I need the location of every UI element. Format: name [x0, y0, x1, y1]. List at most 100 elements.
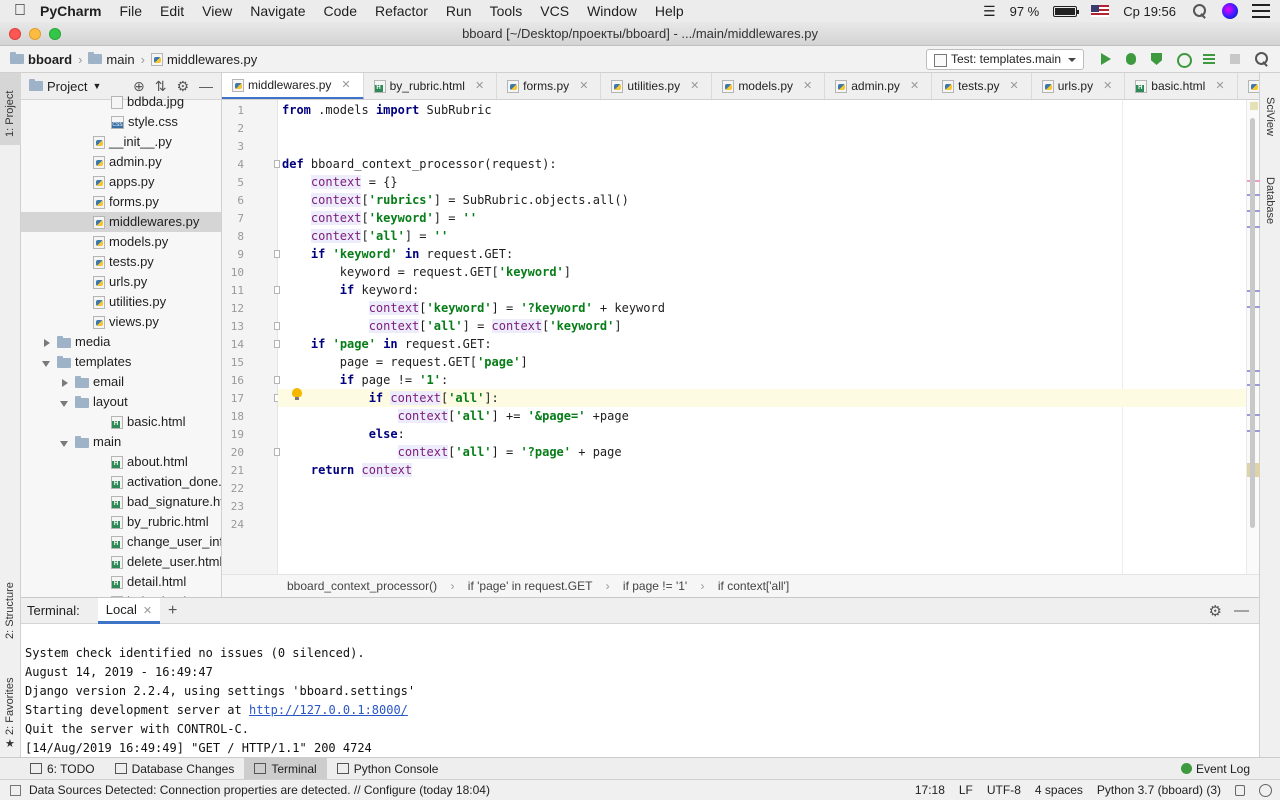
code-line[interactable]: if keyword: — [282, 281, 419, 299]
tree-item[interactable]: tests.py — [21, 252, 221, 272]
code-line[interactable]: context['all'] += '&page=' +page — [282, 407, 629, 425]
editor-tab[interactable]: utilities.py ✕ — [601, 73, 713, 99]
tree-item[interactable]: detail.html — [21, 572, 221, 592]
code-line[interactable]: context = {} — [282, 173, 398, 191]
tool-tab-database[interactable]: Database — [1260, 165, 1280, 235]
menu-vcs[interactable]: VCS — [540, 3, 569, 19]
menu-navigate[interactable]: Navigate — [250, 3, 305, 19]
menu-tools[interactable]: Tools — [490, 3, 523, 19]
window-close-button[interactable] — [9, 28, 21, 40]
code-line[interactable]: keyword = request.GET['keyword'] — [282, 263, 571, 281]
profile-icon[interactable] — [1174, 50, 1192, 68]
gear-icon[interactable]: ⚙ — [1209, 602, 1222, 620]
chevron-right-icon[interactable] — [59, 378, 69, 388]
battery-icon[interactable] — [1053, 5, 1080, 17]
python-interpreter[interactable]: Python 3.7 (bboard) (3) — [1097, 783, 1221, 797]
editor-tab[interactable]: middlewares.py ✕ — [222, 73, 364, 99]
tree-item[interactable]: change_user_info.html — [21, 532, 221, 552]
tree-item[interactable]: bdbda.jpg — [21, 92, 221, 112]
lock-icon[interactable] — [1235, 784, 1245, 796]
tree-item[interactable]: apps.py — [21, 172, 221, 192]
hide-panel-icon[interactable]: — — [1234, 602, 1249, 620]
tool-tab-structure[interactable]: 2: Structure — [0, 563, 21, 643]
window-zoom-button[interactable] — [49, 28, 61, 40]
code-fold-icon[interactable] — [274, 322, 280, 330]
close-tab-icon[interactable]: ✕ — [1010, 73, 1019, 99]
code-line[interactable]: context['keyword'] = '' — [282, 209, 477, 227]
terminal-tab-local[interactable]: Local ✕ — [97, 597, 161, 624]
code-crumb[interactable]: if 'page' in request.GET — [468, 579, 592, 593]
menu-window[interactable]: Window — [587, 3, 637, 19]
concurrency-diagram-icon[interactable] — [1200, 50, 1218, 68]
inspection-status-icon[interactable] — [1250, 102, 1258, 110]
menu-run[interactable]: Run — [446, 3, 472, 19]
code-fold-icon[interactable] — [274, 160, 280, 168]
close-icon[interactable]: ✕ — [143, 605, 152, 617]
code-line[interactable]: context['all'] = '' — [282, 227, 448, 245]
menu-refactor[interactable]: Refactor — [375, 3, 428, 19]
menu-edit[interactable]: Edit — [160, 3, 184, 19]
menu-file[interactable]: File — [119, 3, 142, 19]
code-crumb[interactable]: bboard_context_processor() — [287, 579, 437, 593]
tree-item[interactable]: style.css — [21, 112, 221, 132]
input-source-flag-icon[interactable] — [1091, 5, 1110, 17]
code-line[interactable]: context['all'] = context['keyword'] — [282, 317, 622, 335]
editor-tab[interactable]: tests.py ✕ — [932, 73, 1032, 99]
close-tab-icon[interactable]: ✕ — [1215, 73, 1224, 99]
code-area[interactable]: from .models import SubRubric def bboard_… — [278, 100, 1255, 574]
editor-tab[interactable]: admin.py ✕ — [825, 73, 933, 99]
code-line[interactable]: from .models import SubRubric — [282, 101, 492, 119]
close-tab-icon[interactable]: ✕ — [341, 73, 350, 99]
close-tab-icon[interactable]: ✕ — [475, 73, 484, 99]
code-line[interactable]: context['rubrics'] = SubRubric.objects.a… — [282, 191, 629, 209]
close-tab-icon[interactable]: ✕ — [803, 73, 812, 99]
server-url-link[interactable]: http://127.0.0.1:8000/ — [249, 703, 408, 717]
indent-setting[interactable]: 4 spaces — [1035, 783, 1083, 797]
code-line[interactable]: if 'page' in request.GET: — [282, 335, 492, 353]
code-line[interactable]: def bboard_context_processor(request): — [282, 155, 557, 173]
apple-logo-icon[interactable]:  — [0, 2, 40, 20]
menu-view[interactable]: View — [202, 3, 232, 19]
tool-tab-sciview[interactable]: SciView — [1260, 97, 1280, 147]
nav-crumb-project[interactable]: bboard — [10, 52, 72, 67]
tree-item[interactable]: media — [21, 332, 221, 352]
terminal-output[interactable]: System check identified no issues (0 sil… — [21, 624, 1259, 758]
code-fold-icon[interactable] — [274, 340, 280, 348]
tool-button-todo[interactable]: 6: TODO — [0, 758, 105, 780]
close-tab-icon[interactable]: ✕ — [1103, 73, 1112, 99]
tool-button-database-changes[interactable]: Database Changes — [105, 758, 245, 780]
window-minimize-button[interactable] — [29, 28, 41, 40]
code-line[interactable]: context['all'] = '?page' + page — [282, 443, 622, 461]
tree-item[interactable]: layout — [21, 392, 221, 412]
app-menu[interactable]: PyCharm — [40, 3, 101, 19]
editor-scrollbar[interactable] — [1250, 118, 1255, 528]
close-tab-icon[interactable]: ✕ — [579, 73, 588, 99]
menu-code[interactable]: Code — [324, 3, 357, 19]
notification-center-icon[interactable] — [1252, 4, 1270, 18]
menubar-clock[interactable]: Ср 19:56 — [1123, 4, 1176, 19]
editor-tab[interactable]: views.py — [1238, 73, 1259, 99]
tree-item[interactable]: utilities.py — [21, 292, 221, 312]
tool-tab-project[interactable]: 1: Project — [0, 73, 21, 145]
tree-item[interactable]: templates — [21, 352, 221, 372]
code-line[interactable]: else: — [282, 425, 405, 443]
nav-crumb-file[interactable]: middlewares.py — [150, 52, 257, 67]
code-line[interactable]: if context['all']: — [278, 389, 1255, 407]
line-separator[interactable]: LF — [959, 783, 973, 797]
tool-button-python-console[interactable]: Python Console — [327, 758, 449, 780]
siri-icon[interactable] — [1222, 3, 1238, 19]
code-line[interactable]: context['keyword'] = '?keyword' + keywor… — [282, 299, 665, 317]
code-line[interactable]: return context — [282, 461, 413, 479]
editor-tab[interactable]: by_rubric.html ✕ — [364, 73, 498, 99]
tree-item[interactable]: basic.html — [21, 412, 221, 432]
tree-item[interactable]: bad_signature.html — [21, 492, 221, 512]
tree-item[interactable]: main — [21, 432, 221, 452]
tree-item[interactable]: urls.py — [21, 272, 221, 292]
hector-inspector-icon[interactable] — [1259, 783, 1272, 797]
file-encoding[interactable]: UTF-8 — [987, 783, 1021, 797]
tool-button-terminal[interactable]: Terminal — [244, 757, 327, 780]
toggle-tool-buttons-icon[interactable] — [10, 784, 21, 796]
tree-item[interactable]: activation_done.html — [21, 472, 221, 492]
tree-item[interactable]: about.html — [21, 452, 221, 472]
code-fold-icon[interactable] — [274, 448, 280, 456]
